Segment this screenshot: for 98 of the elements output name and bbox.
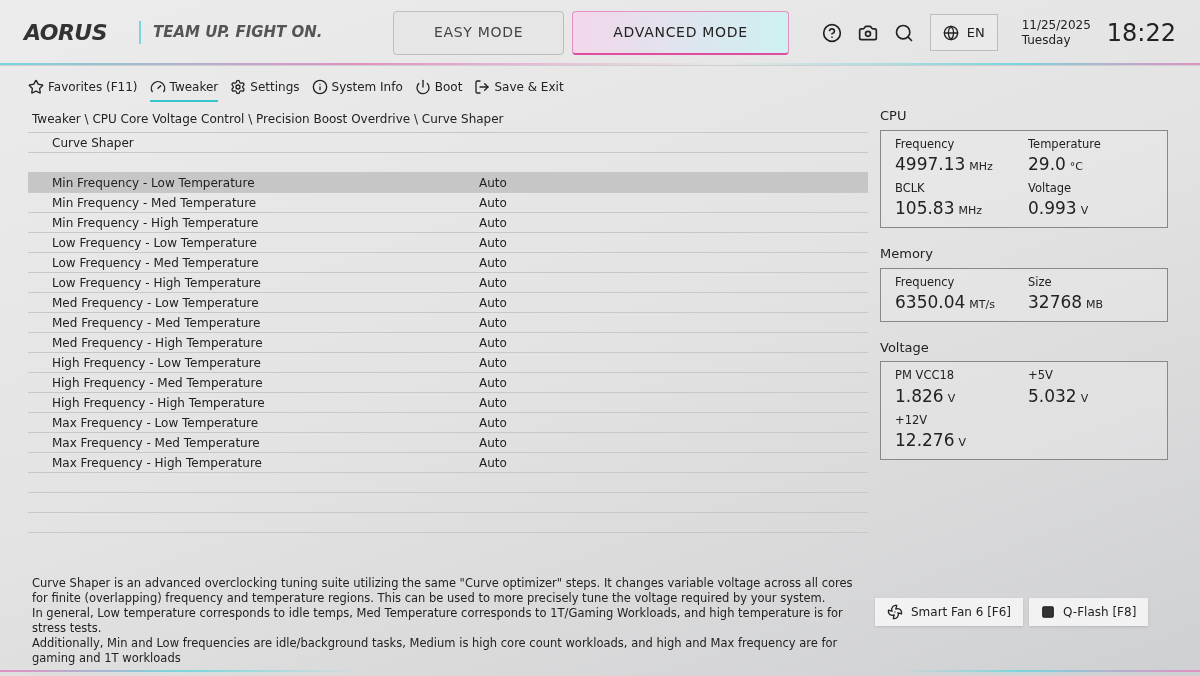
setting-value: Auto	[479, 174, 507, 192]
setting-value: Auto	[479, 394, 507, 412]
setting-label: High Frequency - High Temperature	[52, 394, 266, 412]
setting-row[interactable]: High Frequency - Low Temperature Auto	[28, 353, 868, 373]
date-text: 11/25/2025	[1021, 17, 1091, 33]
menu-tab[interactable]: System Info	[311, 78, 403, 102]
menu-tab[interactable]: Settings	[230, 78, 300, 102]
mode-tab[interactable]: EASY MODE	[392, 10, 565, 55]
day-text: Tuesday	[1021, 32, 1072, 48]
chip-icon	[1041, 605, 1056, 619]
monitor-heading: CPU	[880, 107, 908, 125]
metric-value: 29.0 °C	[1028, 152, 1085, 176]
setting-label: Min Frequency - High Temperature	[52, 214, 260, 232]
metric-label: +12V	[895, 411, 929, 429]
setting-label: High Frequency - Med Temperature	[52, 374, 264, 392]
setting-value: Auto	[479, 374, 507, 392]
setting-value: Auto	[479, 214, 507, 232]
shortcut-button[interactable]: Smart Fan 6 [F6]	[875, 598, 1024, 626]
search-icon[interactable]	[893, 22, 914, 43]
clock-text: 18:22	[1106, 17, 1176, 49]
metric-value: 1.826 V	[895, 384, 957, 408]
metric-value: 0.993 V	[1028, 197, 1090, 220]
star-icon	[28, 79, 44, 95]
metric-label: +5V	[1028, 367, 1054, 385]
setting-row[interactable]: Low Frequency - High Temperature Auto	[28, 273, 868, 293]
metric-label: BCLK	[895, 179, 926, 197]
setting-value: Auto	[479, 454, 507, 472]
metric-label: Voltage	[1028, 179, 1073, 197]
setting-value: Auto	[479, 194, 507, 212]
metric-value: 5.032 V	[1028, 384, 1090, 408]
metric-label: Frequency	[895, 273, 956, 291]
setting-label: Med Frequency - Med Temperature	[52, 314, 262, 332]
breadcrumb-path: Tweaker \ CPU Core Voltage Control \ Precision Boost Overdrive \ Curve Shaper	[31, 111, 504, 128]
monitor-heading: Voltage	[880, 338, 930, 357]
setting-row[interactable]: High Frequency - High Temperature Auto	[28, 393, 868, 413]
metric-label: Frequency	[895, 135, 956, 153]
setting-label: Low Frequency - Med Temperature	[52, 254, 260, 272]
help-paragraph: In general, Low temperature corresponds to idle temps, Med Temperature corresponds to 1T/Gaming Workloads, and high temperature is for stress tests.	[32, 606, 844, 636]
setting-label: Low Frequency - Low Temperature	[52, 234, 258, 252]
info-icon	[311, 79, 328, 95]
setting-row[interactable]: Med Frequency - Low Temperature Auto	[28, 293, 868, 313]
setting-row[interactable]: Low Frequency - Med Temperature Auto	[28, 253, 868, 273]
setting-row[interactable]: Min Frequency - Med Temperature Auto	[28, 193, 868, 213]
setting-row[interactable]: Max Frequency - Med Temperature Auto	[28, 433, 868, 453]
setting-row[interactable]: High Frequency - Med Temperature Auto	[28, 373, 868, 393]
metric-label: Temperature	[1028, 135, 1102, 153]
setting-value: Auto	[479, 434, 507, 452]
help-icon[interactable]	[821, 22, 842, 43]
setting-label: Med Frequency - High Temperature	[52, 334, 264, 352]
menu-tab[interactable]: Boot	[414, 78, 463, 102]
setting-value: Auto	[479, 334, 507, 352]
menu-tab[interactable]: Tweaker	[149, 78, 219, 102]
metric-value: 32768 MB	[1028, 290, 1105, 314]
setting-value: Auto	[479, 294, 507, 312]
mode-tab[interactable]: ADVANCED MODE	[572, 10, 789, 55]
brand-logo: AORUS	[24, 19, 107, 47]
setting-row[interactable]: Min Frequency - Low Temperature Auto	[28, 173, 868, 193]
monitor-heading: Memory	[880, 245, 934, 263]
section-title: Curve Shaper	[52, 134, 134, 152]
metric-value: 4997.13 MHz	[895, 152, 994, 176]
setting-label: Max Frequency - Low Temperature	[52, 414, 260, 432]
fan-icon	[887, 604, 903, 620]
exit-icon	[474, 79, 491, 95]
setting-row[interactable]: Med Frequency - High Temperature Auto	[28, 333, 868, 353]
menu-tab[interactable]: Favorites (F11)	[28, 78, 138, 102]
setting-label: Med Frequency - Low Temperature	[52, 294, 260, 312]
setting-value: Auto	[479, 254, 507, 272]
slogan-text: TEAM UP. FIGHT ON.	[138, 21, 369, 44]
power-icon	[414, 79, 431, 95]
gauge-icon	[149, 79, 166, 95]
setting-label: Max Frequency - Med Temperature	[52, 434, 261, 452]
setting-value: Auto	[479, 414, 507, 432]
menu-tab[interactable]: Save & Exit	[474, 78, 564, 102]
help-paragraph: Curve Shaper is an advanced overclocking tuning suite utilizing the same "Curve optimizer" steps. It changes variable voltage across all cores for finite (overlapping) frequency and temperature regions. This can be used to more precisely tune the voltage required by your system.	[32, 576, 854, 606]
metric-value: 6350.04 MT/s	[895, 290, 996, 314]
metric-value: 105.83 MHz	[895, 197, 984, 220]
globe-icon	[942, 24, 959, 41]
metric-label: PM VCC18	[895, 367, 956, 385]
metric-label: Size	[1028, 273, 1053, 291]
setting-value: Auto	[479, 274, 507, 292]
setting-row[interactable]: Max Frequency - High Temperature Auto	[28, 453, 868, 473]
setting-label: Min Frequency - Low Temperature	[52, 174, 256, 192]
setting-label: Min Frequency - Med Temperature	[52, 194, 258, 212]
help-paragraph: Additionally, Min and Low frequencies are idle/background tasks, Medium is high core count workloads, and high and Max frequency are for gaming and 1T workloads	[32, 636, 839, 666]
setting-label: Low Frequency - High Temperature	[52, 274, 262, 292]
metric-value: 12.276 V	[895, 428, 967, 452]
settings-icon	[230, 79, 247, 95]
setting-label: High Frequency - Low Temperature	[52, 354, 262, 372]
setting-label: Max Frequency - High Temperature	[52, 454, 263, 472]
setting-row[interactable]: Min Frequency - High Temperature Auto	[28, 213, 868, 233]
setting-row[interactable]: Med Frequency - Med Temperature Auto	[28, 313, 868, 333]
setting-row[interactable]: Max Frequency - Low Temperature Auto	[28, 413, 868, 433]
setting-row[interactable]: Low Frequency - Low Temperature Auto	[28, 233, 868, 253]
shortcut-button[interactable]: Q-Flash [F8]	[1029, 598, 1149, 626]
setting-value: Auto	[479, 234, 507, 252]
setting-value: Auto	[479, 314, 507, 332]
setting-value: Auto	[479, 354, 507, 372]
language-button[interactable]: EN	[929, 13, 998, 52]
